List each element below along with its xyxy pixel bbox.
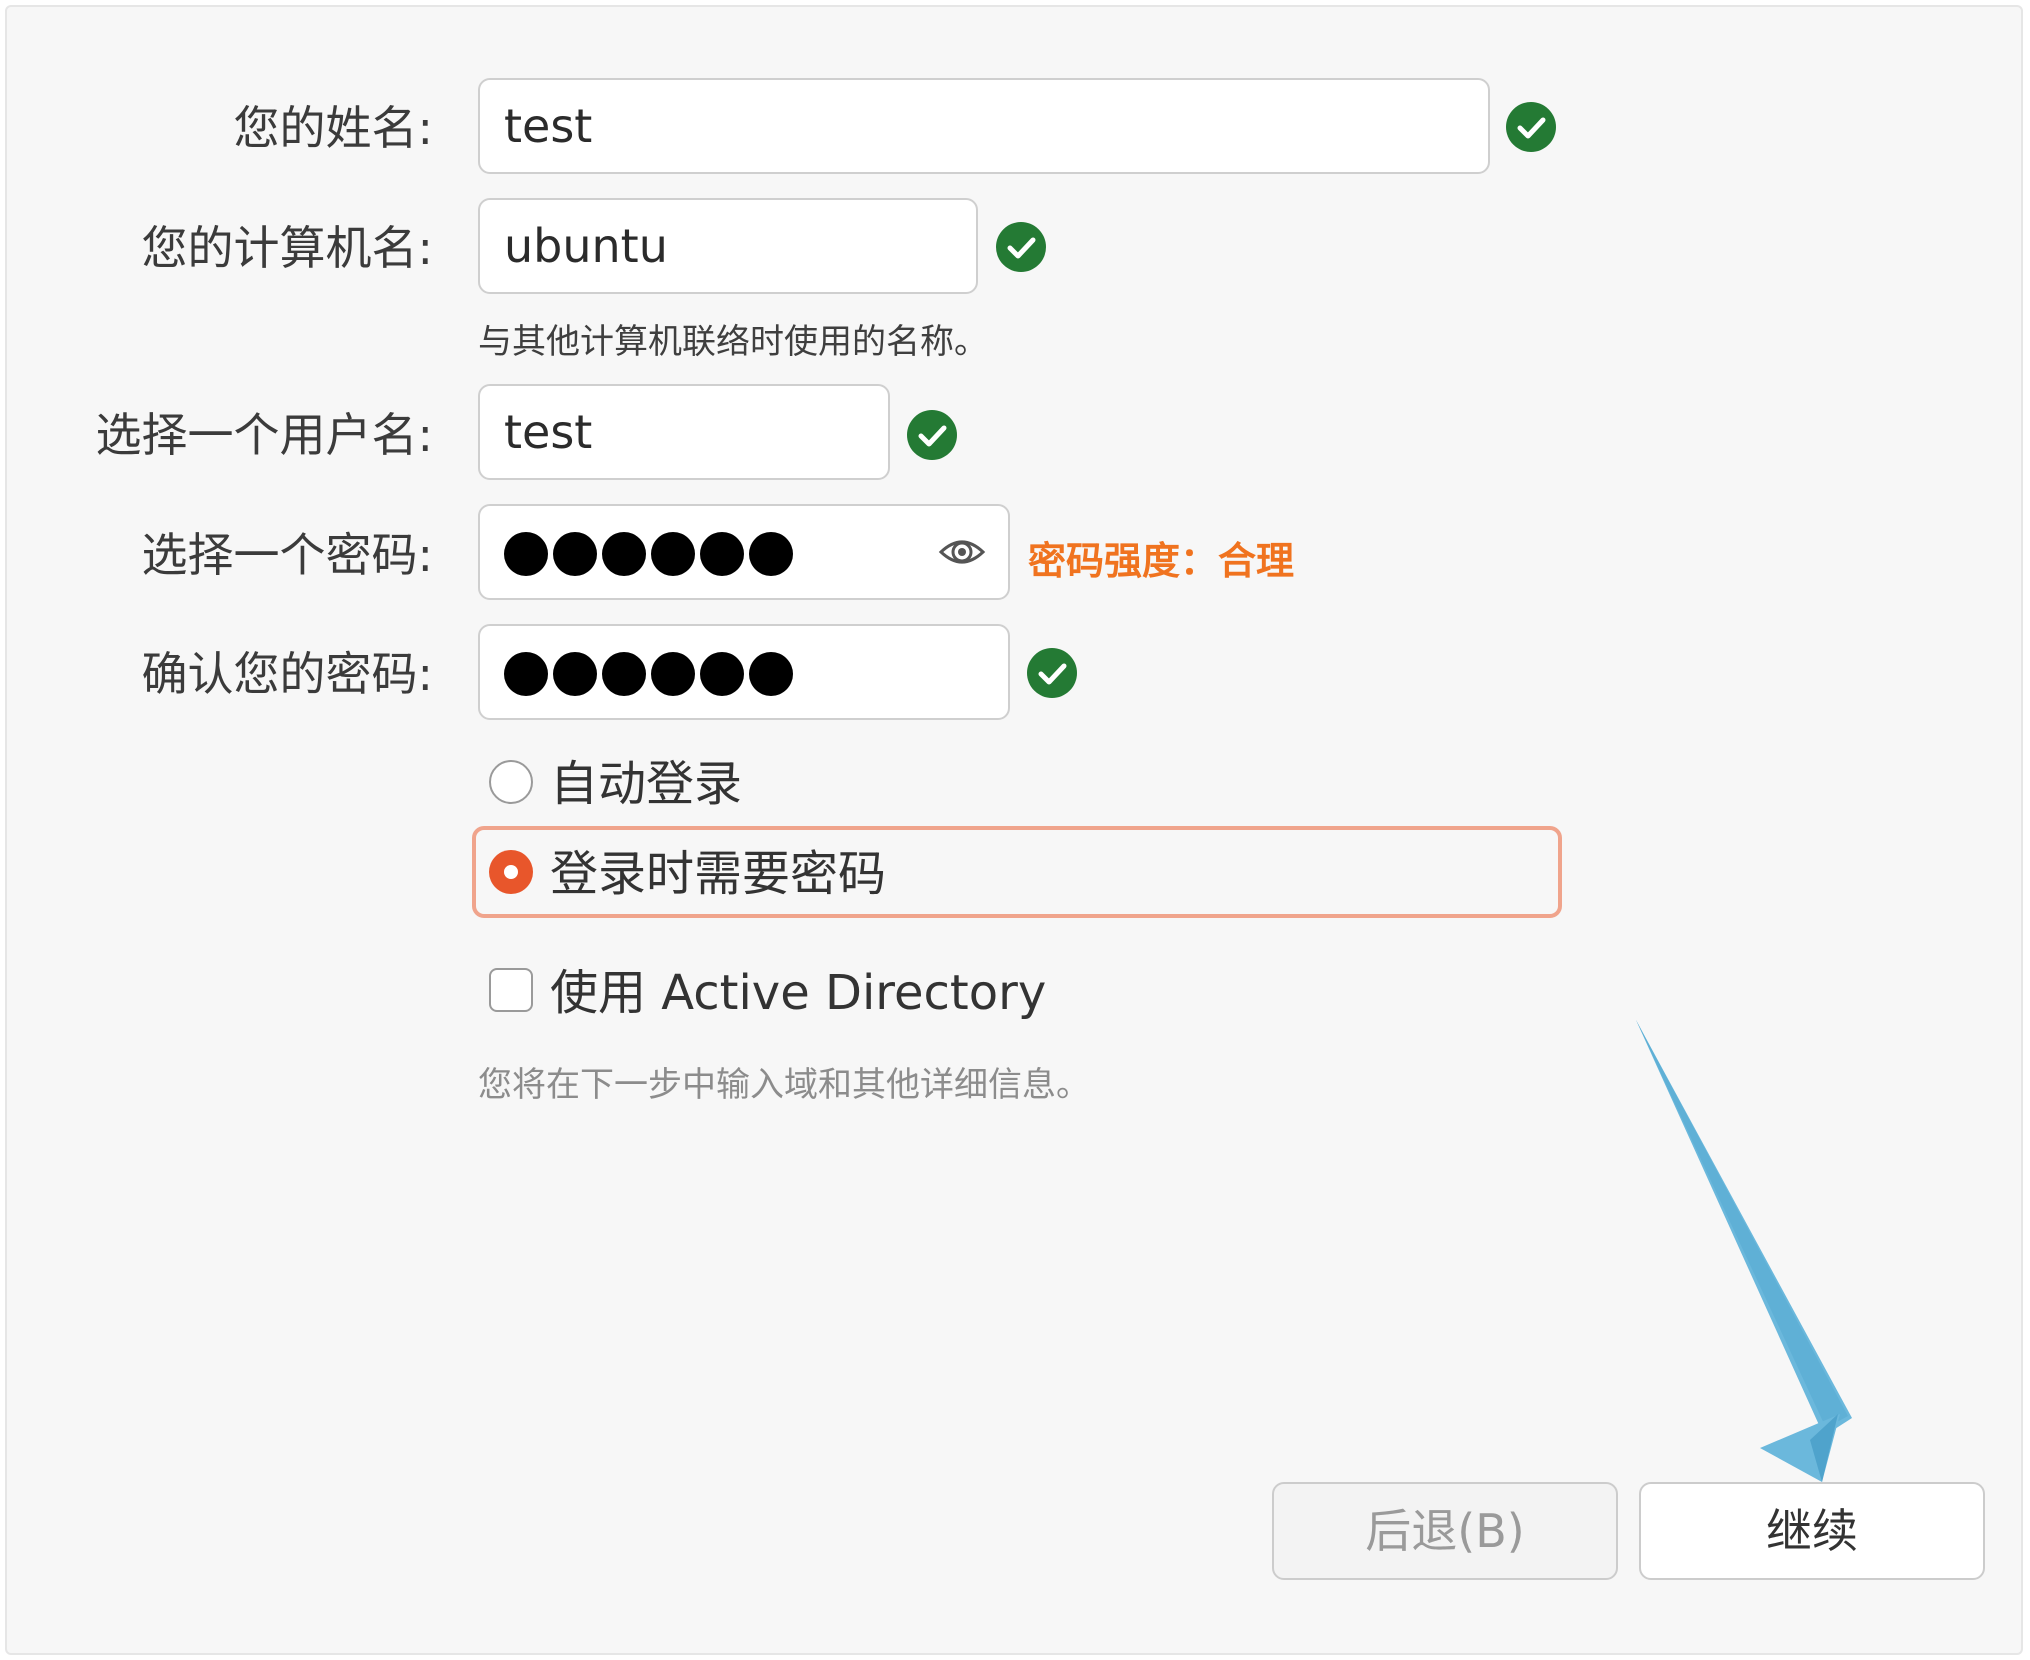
confirm-password-label: 确认您的密码: — [141, 647, 434, 701]
username-value: test — [504, 405, 593, 459]
auto-login-label[interactable]: 自动登录 — [550, 754, 742, 814]
continue-button[interactable]: 继续 — [1639, 1482, 1985, 1580]
password-label: 选择一个密码: — [141, 528, 434, 582]
username-field[interactable]: test — [478, 384, 890, 480]
name-value: test — [504, 99, 593, 153]
password-masked-value — [504, 532, 793, 576]
username-label: 选择一个用户名: — [95, 408, 434, 462]
active-directory-label[interactable]: 使用 Active Directory — [550, 963, 1046, 1023]
name-valid-check-icon — [1506, 102, 1556, 152]
password-strength-text: 密码强度：合理 — [1028, 539, 1295, 583]
name-field[interactable]: test — [478, 78, 1490, 174]
password-field[interactable] — [478, 504, 1010, 600]
confirm-password-valid-check-icon — [1027, 648, 1077, 698]
computer-name-label: 您的计算机名: — [141, 221, 434, 275]
computer-name-hint: 与其他计算机联络时使用的名称。 — [478, 322, 988, 362]
computer-name-valid-check-icon — [996, 222, 1046, 272]
confirm-password-field[interactable] — [478, 624, 1010, 720]
computer-name-value: ubuntu — [504, 219, 668, 273]
confirm-password-masked-value — [504, 652, 793, 696]
active-directory-checkbox[interactable] — [489, 968, 533, 1012]
require-password-label[interactable]: 登录时需要密码 — [550, 844, 886, 904]
computer-name-field[interactable]: ubuntu — [478, 198, 978, 294]
username-valid-check-icon — [907, 410, 957, 460]
show-password-eye-icon[interactable] — [938, 532, 986, 572]
active-directory-hint: 您将在下一步中输入域和其他详细信息。 — [478, 1065, 1090, 1105]
require-password-radio[interactable] — [489, 850, 533, 894]
name-label: 您的姓名: — [233, 101, 434, 155]
auto-login-radio[interactable] — [489, 760, 533, 804]
back-button[interactable]: 后退(B) — [1272, 1482, 1618, 1580]
